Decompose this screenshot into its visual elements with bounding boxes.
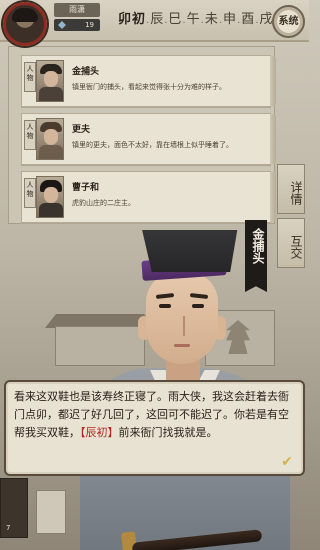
character-hat: [140, 230, 238, 272]
portrait-gengfu: [36, 118, 64, 160]
character-eye: [159, 304, 171, 308]
check-icon[interactable]: ✔: [279, 455, 295, 469]
people-tag: 人物: [24, 178, 36, 208]
card-name: 更夫: [72, 125, 91, 135]
portrait-body: [39, 145, 63, 159]
card-desc: 虎豹山庄的二庄主。: [72, 199, 135, 207]
top-bar: 雨潇 19 卯初.辰.巳.午.未.申.酉.戌 系统: [0, 0, 309, 46]
time-period: 未: [204, 12, 219, 27]
tab-details[interactable]: 详情: [277, 164, 305, 214]
player-stat: 19: [54, 19, 100, 31]
gem-icon: [58, 21, 66, 29]
player-stat-value: 19: [85, 21, 94, 29]
people-tag: 人物: [24, 120, 36, 150]
player-avatar[interactable]: [3, 2, 47, 46]
portrait-head: [44, 187, 58, 203]
time-period: 巳: [168, 12, 183, 27]
time-period: 申: [223, 12, 238, 27]
inventory-slot[interactable]: [0, 478, 28, 538]
bottom-panel-fragment: [36, 490, 66, 534]
portrait-body: [39, 203, 63, 217]
people-tag: 人物: [24, 62, 36, 92]
speaker-name: 金捕头: [251, 228, 265, 264]
player-name: 雨潇: [54, 3, 100, 17]
time-period-track: 卯初.辰.巳.午.未.申.酉.戌: [118, 12, 274, 27]
people-card[interactable]: 人物 更夫 镇里的更夫，面色不太好，靠在墙根上似乎睡着了。: [21, 113, 276, 165]
time-period: 午: [186, 12, 201, 27]
people-panel: 人物 金捕头 镇里衙门的捕头，看起来觉得张十分为难的样子。 人物 更夫 镇里的更…: [8, 46, 276, 224]
portrait-jin-butou: [36, 60, 64, 102]
character-eye: [192, 304, 204, 308]
dialogue-box[interactable]: 看来这双鞋也是该寿终正寝了。雨大侠，我这会赶着去衙门点卯，都迟了好几回了，这回可…: [4, 380, 305, 476]
character-face: [146, 272, 218, 364]
avatar-hair: [12, 8, 38, 22]
dialogue-text: 看来这双鞋也是该寿终正寝了。雨大侠，我这会赶着去衙门点卯，都迟了好几回了，这回可…: [14, 388, 299, 442]
dialogue-highlight-time: 【辰初】: [80, 426, 119, 439]
dialogue-text-part: 前来衙门找我就是。: [118, 426, 218, 439]
people-card[interactable]: 人物 曹子和 虎豹山庄的二庄主。: [21, 171, 276, 223]
card-name: 曹子和: [72, 183, 100, 193]
portrait-head: [44, 129, 58, 145]
system-button[interactable]: 系统: [272, 5, 305, 38]
character-brow: [155, 293, 175, 299]
time-period: 辰: [150, 12, 165, 27]
time-period: 酉: [241, 12, 256, 27]
card-name: 金捕头: [72, 67, 100, 77]
portrait-head: [44, 71, 58, 87]
people-card[interactable]: 人物 金捕头 镇里衙门的捕头，看起来觉得张十分为难的样子。: [21, 55, 276, 107]
portrait-cao-zihe: [36, 176, 64, 218]
character-mouth: [174, 344, 190, 347]
character-nose: [179, 316, 185, 336]
card-desc: 镇里的更夫，面色不太好，靠在墙根上似乎睡着了。: [72, 141, 233, 149]
character-brow: [189, 293, 209, 299]
card-desc: 镇里衙门的捕头，看起来觉得张十分为难的样子。: [72, 83, 226, 91]
time-period-current: 卯初: [118, 12, 147, 27]
portrait-body: [39, 87, 63, 101]
inventory-count: 7: [6, 524, 11, 532]
